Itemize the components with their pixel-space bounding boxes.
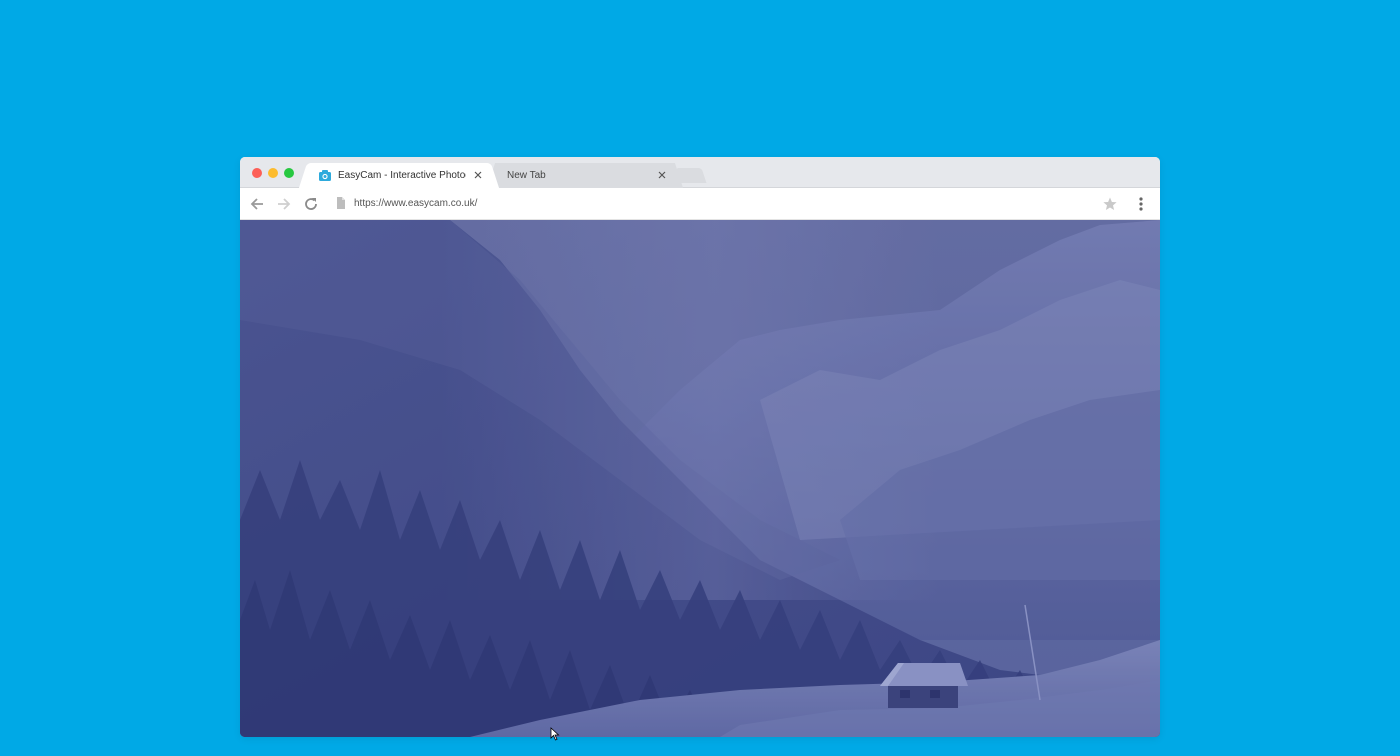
address-bar[interactable]: https://www.easycam.co.uk/ bbox=[330, 192, 1125, 215]
toolbar: https://www.easycam.co.uk/ bbox=[240, 188, 1160, 220]
close-icon[interactable] bbox=[472, 169, 484, 181]
tab-title: EasyCam - Interactive Photog... bbox=[338, 170, 466, 181]
tab-easycam[interactable]: EasyCam - Interactive Photog... bbox=[308, 163, 490, 188]
maximize-window-button[interactable] bbox=[284, 168, 294, 178]
browser-window: EasyCam - Interactive Photog... New Tab bbox=[240, 157, 1160, 737]
close-window-button[interactable] bbox=[252, 168, 262, 178]
star-icon[interactable] bbox=[1102, 196, 1118, 212]
close-icon[interactable] bbox=[656, 169, 668, 181]
title-bar: EasyCam - Interactive Photog... New Tab bbox=[240, 157, 1160, 188]
back-arrow-icon[interactable] bbox=[248, 195, 266, 213]
page-icon bbox=[337, 197, 345, 209]
menu-dots-icon[interactable] bbox=[1136, 195, 1146, 213]
camera-favicon-icon bbox=[319, 170, 331, 181]
url-text: https://www.easycam.co.uk/ bbox=[354, 198, 478, 209]
cursor-arrow-icon bbox=[550, 727, 560, 741]
forward-arrow-icon[interactable] bbox=[275, 195, 293, 213]
hero-image bbox=[240, 220, 1160, 737]
page-content bbox=[240, 220, 1160, 737]
reload-icon[interactable] bbox=[302, 195, 320, 213]
tab-new-tab[interactable]: New Tab bbox=[496, 163, 674, 188]
tab-title: New Tab bbox=[507, 170, 546, 181]
minimize-window-button[interactable] bbox=[268, 168, 278, 178]
